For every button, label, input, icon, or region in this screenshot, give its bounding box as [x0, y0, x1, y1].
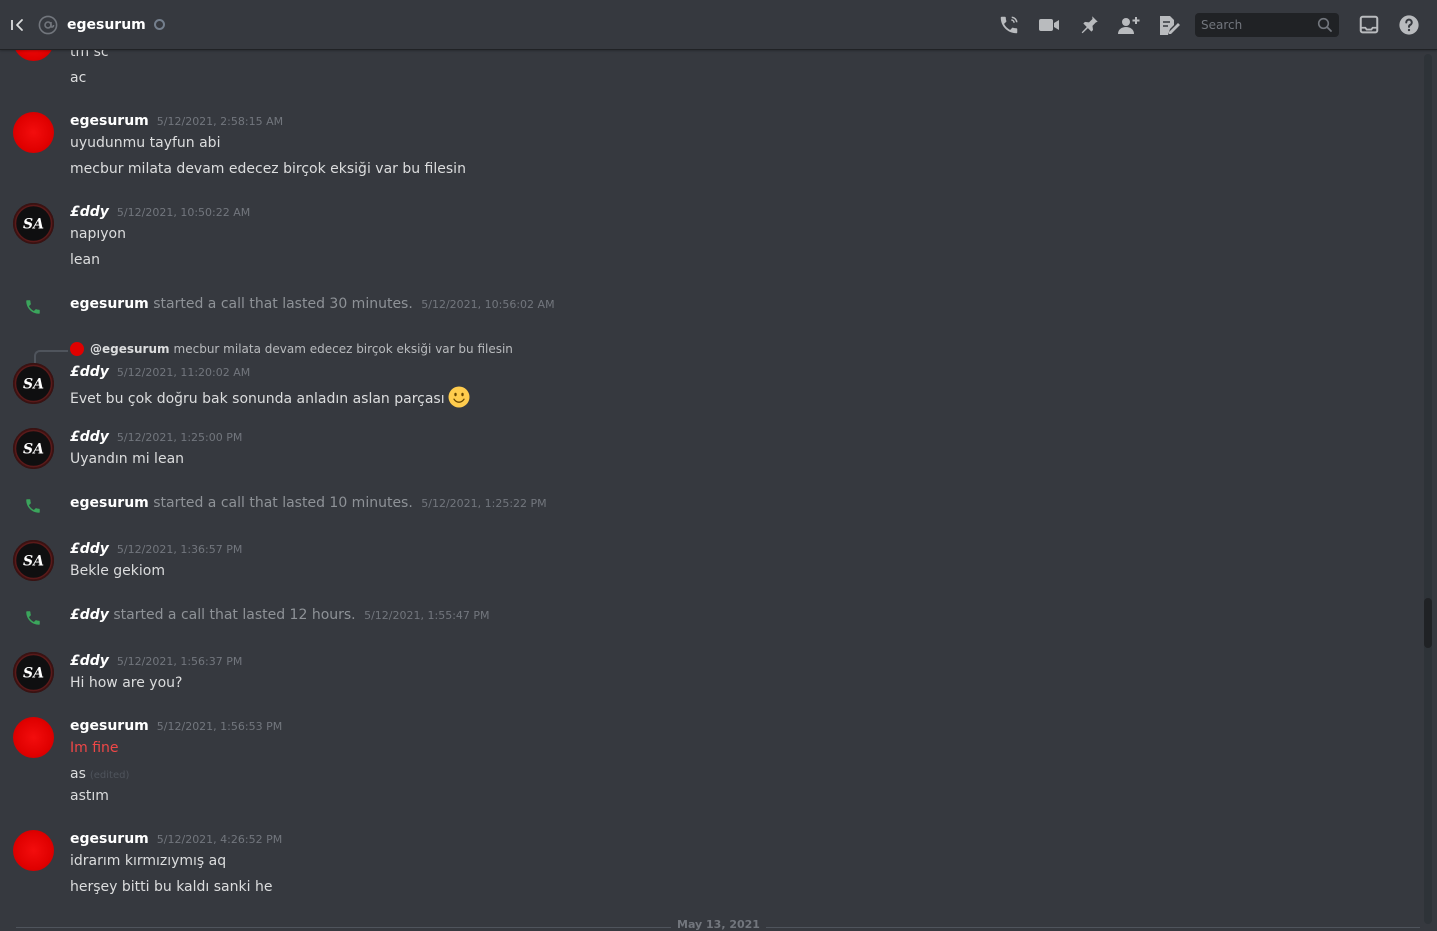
svg-text:SA: SA [23, 377, 44, 393]
send-file-icon[interactable] [1155, 11, 1183, 39]
username[interactable]: egesurum [70, 831, 149, 847]
phone-call-icon [26, 300, 40, 314]
message-header: egesurum 5/12/2021, 4:26:52 PM [70, 831, 282, 847]
timestamp: 5/12/2021, 2:58:15 AM [156, 115, 284, 128]
message-text: as [70, 766, 86, 782]
inbox-icon[interactable] [1355, 11, 1383, 39]
timestamp: 5/12/2021, 1:25:00 PM [116, 431, 243, 444]
message-header: £ddy 5/12/2021, 10:50:22 AM [70, 204, 250, 220]
username[interactable]: £ddy [70, 429, 109, 445]
search-icon[interactable] [1317, 17, 1333, 33]
edited-label: (edited) [89, 770, 130, 781]
messages-list: tm sc ac egesurum 5/12/2021, 2:58:15 AM … [0, 0, 1420, 931]
search-box[interactable] [1195, 12, 1339, 37]
avatar[interactable] [13, 830, 54, 871]
username[interactable]: egesurum [70, 718, 149, 734]
back-icon[interactable] [10, 17, 26, 33]
username[interactable]: £ddy [70, 364, 109, 380]
message-content: Evet bu çok doğru bak sonunda anladın as… [70, 386, 470, 408]
voice-call-icon[interactable] [995, 11, 1023, 39]
timestamp: 5/12/2021, 1:55:47 PM [364, 609, 490, 622]
pin-icon[interactable] [1075, 11, 1103, 39]
timestamp: 5/12/2021, 1:36:57 PM [116, 543, 243, 556]
message-header: egesurum 5/12/2021, 2:58:15 AM [70, 113, 283, 129]
sa-logo-icon: SA [14, 364, 53, 403]
sa-logo-icon: SA [14, 541, 53, 580]
message-text: astım [70, 788, 109, 804]
reply-mention[interactable]: @egesurum [90, 342, 170, 356]
svg-text:SA: SA [23, 666, 44, 682]
timestamp: 5/12/2021, 1:25:22 PM [421, 497, 547, 510]
message-header: egesurum 5/12/2021, 1:56:53 PM [70, 718, 282, 734]
username[interactable]: egesurum [70, 113, 149, 129]
sa-logo-icon: SA [14, 429, 53, 468]
call-description: started a call that lasted 10 minutes. [153, 495, 413, 511]
call-description: started a call that lasted 12 hours. [113, 607, 356, 623]
avatar[interactable]: SA [13, 540, 54, 581]
message-text: Hi how are you? [70, 675, 183, 691]
avatar[interactable] [13, 717, 54, 758]
message-text: napıyon [70, 226, 126, 242]
avatar[interactable]: SA [13, 428, 54, 469]
avatar[interactable]: SA [13, 363, 54, 404]
channel-title: egesurum [67, 16, 146, 33]
timestamp: 5/12/2021, 10:50:22 AM [116, 206, 251, 219]
message-header: £ddy 5/12/2021, 11:20:02 AM [70, 364, 250, 380]
help-icon[interactable] [1395, 11, 1423, 39]
username[interactable]: egesurum [70, 296, 149, 312]
username[interactable]: £ddy [70, 541, 109, 557]
timestamp: 5/12/2021, 4:26:52 PM [156, 833, 283, 846]
call-description: started a call that lasted 30 minutes. [153, 296, 413, 312]
reply-connector [34, 350, 68, 364]
message-header: £ddy 5/12/2021, 1:56:37 PM [70, 653, 242, 669]
scrollbar-thumb[interactable] [1424, 598, 1432, 648]
call-system-message: egesurum started a call that lasted 30 m… [0, 296, 1400, 318]
reply-text[interactable]: mecbur milata devam edecez birçok eksiği… [174, 342, 513, 356]
svg-text:SA: SA [23, 442, 44, 458]
message-text: idrarım kırmızıymış aq [70, 853, 227, 869]
message-text: Uyandın mi lean [70, 451, 185, 467]
sa-logo-icon: SA [14, 653, 53, 692]
username[interactable]: £ddy [70, 653, 109, 669]
reply-avatar [70, 342, 84, 356]
timestamp: 5/12/2021, 1:56:37 PM [116, 655, 243, 668]
username[interactable]: £ddy [70, 607, 109, 623]
add-friend-icon[interactable] [1115, 11, 1143, 39]
phone-call-icon [26, 499, 40, 513]
search-input[interactable] [1195, 17, 1317, 32]
timestamp: 5/12/2021, 1:56:53 PM [156, 720, 283, 733]
username[interactable]: egesurum [70, 495, 149, 511]
avatar[interactable] [13, 112, 54, 153]
message-header: £ddy 5/12/2021, 1:25:00 PM [70, 429, 242, 445]
avatar[interactable]: SA [13, 203, 54, 244]
call-system-message: egesurum started a call that lasted 10 m… [0, 495, 1400, 517]
avatar[interactable]: SA [13, 652, 54, 693]
message-text: herşey bitti bu kaldı sanki he [70, 879, 273, 895]
reply-preview[interactable]: @egesurum mecbur milata devam edecez bir… [70, 342, 513, 356]
channel-header: egesurum [0, 0, 1437, 50]
message-text: ac [70, 70, 87, 86]
svg-text:SA: SA [23, 217, 44, 233]
phone-call-icon [26, 611, 40, 625]
slightly-smiling-face-icon[interactable] [448, 386, 470, 408]
message-header: £ddy 5/12/2021, 1:36:57 PM [70, 541, 242, 557]
username[interactable]: £ddy [70, 204, 109, 220]
status-icon [153, 19, 165, 30]
message-text: Evet bu çok doğru bak sonunda anladın as… [70, 391, 445, 407]
message-text: Bekle gekiom [70, 563, 165, 579]
sa-logo-icon: SA [14, 204, 53, 243]
timestamp: 5/12/2021, 10:56:02 AM [421, 298, 555, 311]
message-content: as (edited) [70, 766, 129, 782]
at-icon [38, 15, 58, 35]
scrollbar-track[interactable] [1424, 54, 1432, 924]
message-text: Im fine [70, 740, 119, 756]
call-system-message: £ddy started a call that lasted 12 hours… [0, 607, 1400, 629]
svg-text:SA: SA [23, 554, 44, 570]
message-text: lean [70, 252, 100, 268]
message-text: mecbur milata devam edecez birçok eksiği… [70, 161, 466, 177]
timestamp: 5/12/2021, 11:20:02 AM [116, 366, 251, 379]
video-call-icon[interactable] [1035, 11, 1063, 39]
date-divider-label: May 13, 2021 [671, 918, 766, 931]
message-text: uyudunmu tayfun abi [70, 135, 221, 151]
